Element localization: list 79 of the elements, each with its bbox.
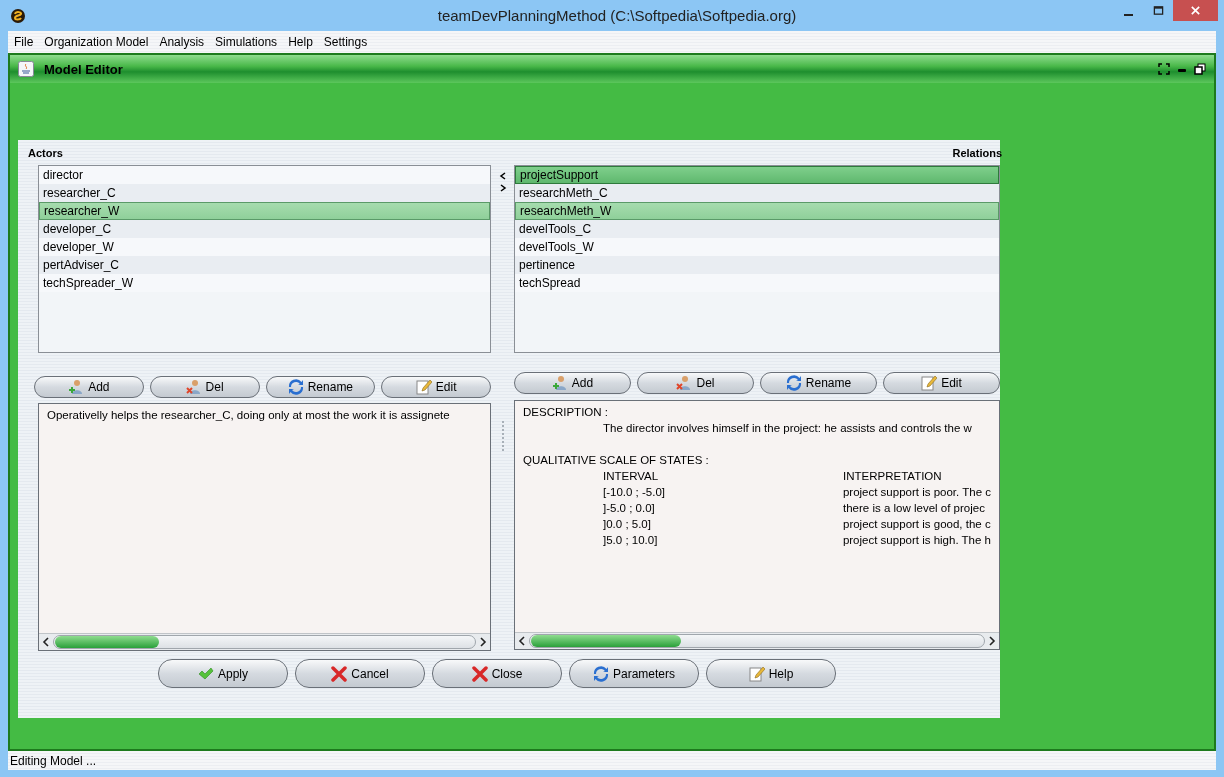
- note-pencil-icon: [415, 379, 432, 395]
- list-item[interactable]: researchMeth_W: [515, 202, 999, 220]
- refresh-icon: [287, 379, 304, 395]
- list-item[interactable]: develTools_W: [515, 238, 999, 256]
- description-heading: DESCRIPTION :: [523, 405, 608, 420]
- table-cell-text: ]5.0 ; 10.0]: [603, 533, 659, 548]
- description-text: Operativelly helps the researcher_C, doing only at most the work it is assignete: [47, 408, 450, 423]
- cross-icon: [331, 665, 348, 682]
- relations-list[interactable]: projectSupport researchMeth_C researchMeth_W develTools_C develTools_W pertinence techSpread: [514, 165, 1000, 353]
- restore-icon[interactable]: [1194, 63, 1206, 75]
- action-button[interactable]: Del: [149, 376, 260, 398]
- user-add-icon: [551, 375, 568, 391]
- menu-item[interactable]: Help: [288, 35, 313, 49]
- frame-title: Model Editor: [44, 61, 123, 77]
- list-item[interactable]: developer_C: [39, 220, 490, 238]
- table-cell-text: project support is poor. The c: [842, 485, 991, 500]
- close-icon: [1190, 5, 1201, 16]
- list-item[interactable]: researcher_C: [39, 184, 490, 202]
- table-cell-text: ]-5.0 ; 0.0]: [603, 501, 656, 516]
- list-item[interactable]: pertAdviser_C: [39, 256, 490, 274]
- menu-item[interactable]: Organization Model: [44, 35, 149, 49]
- table-cell-text: project support is high. The h: [842, 533, 991, 548]
- description-text: The director involves himself in the project: he assists and controls the w: [603, 421, 972, 436]
- note-pencil-icon: [921, 375, 938, 391]
- column-header: INTERVAL: [603, 469, 660, 484]
- menu-item[interactable]: Analysis: [159, 35, 205, 49]
- dialog-button[interactable]: Help: [706, 659, 836, 688]
- refresh-icon: [785, 375, 802, 391]
- status-text: Editing Model ...: [9, 753, 97, 768]
- list-item[interactable]: pertinence: [515, 256, 999, 274]
- action-button[interactable]: Del: [637, 372, 754, 394]
- table-cell-text: ]0.0 ; 5.0]: [603, 517, 652, 532]
- list-item[interactable]: projectSupport: [515, 166, 999, 184]
- scale-heading: QUALITATIVE SCALE OF STATES :: [523, 453, 709, 468]
- scrollbar-thumb[interactable]: [55, 636, 159, 648]
- user-add-icon: [68, 379, 85, 395]
- menu-item[interactable]: Simulations: [215, 35, 278, 49]
- refresh-icon: [593, 665, 609, 682]
- user-delete-icon: [185, 379, 202, 395]
- dialog-button[interactable]: Cancel: [295, 659, 425, 688]
- maximize-icon: [1152, 5, 1164, 16]
- cross-icon: [471, 665, 488, 682]
- action-button[interactable]: Rename: [760, 372, 877, 394]
- fullscreen-icon[interactable]: [1158, 63, 1170, 75]
- column-header: INTERPRETATION: [843, 469, 942, 484]
- collapse-left-icon[interactable]: [498, 172, 507, 180]
- check-icon: [198, 665, 214, 682]
- window-title: teamDevPlanningMethod (C:\Softpedia\Softpedia.org): [437, 7, 798, 24]
- menu-item[interactable]: Settings: [323, 35, 368, 49]
- actors-list[interactable]: director researcher_C researcher_W developer_C developer_W pertAdviser_C techSpreader_W: [38, 165, 491, 353]
- action-button[interactable]: Edit: [883, 372, 1000, 394]
- action-button[interactable]: Edit: [381, 376, 491, 398]
- java-cup-icon: [18, 61, 34, 77]
- table-cell-text: there is a low level of projec: [843, 501, 985, 516]
- action-button[interactable]: Rename: [265, 376, 376, 398]
- user-delete-icon: [676, 375, 693, 391]
- description-area[interactable]: Operativelly helps the researcher_C, doing only at most the work it is assignete: [38, 403, 491, 651]
- app-logo-icon: [10, 7, 26, 24]
- description-area[interactable]: [514, 400, 1000, 650]
- actors-label: Actors: [28, 147, 64, 161]
- list-item[interactable]: researcher_W: [39, 202, 490, 220]
- dialog-button[interactable]: Close: [432, 659, 562, 688]
- dialog-button[interactable]: Parameters: [569, 659, 699, 688]
- note-pencil-icon: [748, 665, 765, 682]
- list-item[interactable]: researchMeth_C: [515, 184, 999, 202]
- list-item[interactable]: developer_W: [39, 238, 490, 256]
- dialog-button[interactable]: Apply: [158, 659, 288, 688]
- table-cell-text: project support is good, the c: [843, 517, 991, 532]
- menu-item[interactable]: File: [14, 35, 34, 49]
- expand-right-icon[interactable]: [498, 184, 507, 192]
- table-cell-text: [-10.0 ; -5.0]: [603, 485, 666, 500]
- list-item[interactable]: develTools_C: [515, 220, 999, 238]
- list-item[interactable]: techSpreader_W: [39, 274, 490, 292]
- action-button[interactable]: Add: [514, 372, 631, 394]
- scrollbar-thumb[interactable]: [531, 635, 681, 647]
- list-item[interactable]: techSpread: [515, 274, 999, 292]
- minimize-icon: [1123, 13, 1133, 16]
- action-button[interactable]: Add: [34, 376, 144, 398]
- list-item[interactable]: director: [39, 166, 490, 184]
